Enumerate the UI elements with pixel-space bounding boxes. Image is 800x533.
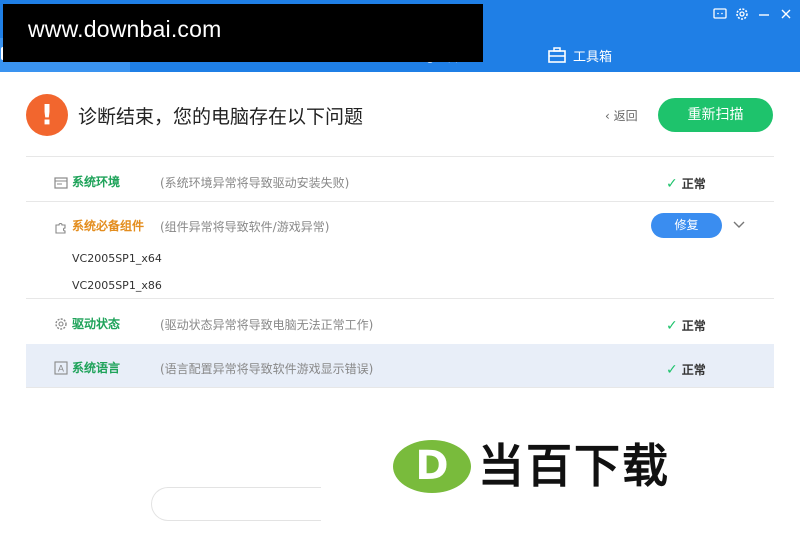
check-icon: ✓	[666, 362, 678, 378]
component-item: VC2005SP1_x86	[72, 279, 162, 292]
close-icon[interactable]	[777, 6, 795, 24]
check-icon: ✓	[666, 176, 678, 192]
status-ok: ✓ 正常	[666, 175, 706, 192]
row-desc: (语言配置异常将导致软件游戏显示错误)	[160, 362, 374, 376]
logo-text: 当百下载	[478, 439, 670, 493]
window-icon	[54, 175, 68, 189]
component-item: VC2005SP1_x64	[72, 252, 162, 265]
check-icon: ✓	[666, 318, 678, 334]
bottom-pill	[151, 487, 321, 521]
letter-a-icon: A	[54, 360, 68, 375]
row-desc: (组件异常将导致软件/游戏异常)	[160, 220, 330, 234]
row-desc: (系统环境异常将导致驱动安装失败)	[160, 176, 350, 190]
watermark-banner: www.downbai.com	[3, 4, 483, 62]
divider	[26, 387, 774, 388]
status-label: 正常	[681, 319, 706, 333]
divider	[26, 156, 774, 157]
row-name-driver-status: 驱动状态	[72, 317, 121, 331]
repair-button[interactable]: 修复	[651, 213, 722, 238]
puzzle-icon	[54, 219, 68, 234]
status-ok: ✓ 正常	[666, 361, 706, 378]
row-name-system-language: 系统语言	[72, 361, 121, 375]
status-ok: ✓ 正常	[666, 317, 706, 334]
settings-icon[interactable]	[733, 6, 751, 24]
row-name-components: 系统必备组件	[72, 219, 145, 233]
chevron-left-icon: ‹	[605, 109, 614, 123]
rescan-button[interactable]: 重新扫描	[658, 98, 773, 132]
feedback-icon[interactable]	[711, 6, 729, 24]
gear-icon	[54, 316, 68, 330]
chevron-down-icon[interactable]	[731, 216, 747, 232]
divider	[26, 201, 774, 202]
driver-diagnosis-window: 管理 工具箱 www.downbai.com ! 诊断结束，您的电脑存在以下问题…	[0, 0, 800, 533]
minimize-icon[interactable]	[755, 6, 773, 24]
svg-text:A: A	[58, 365, 65, 375]
logo-letter: D	[415, 443, 449, 489]
row-name-system-env: 系统环境	[72, 175, 121, 189]
warning-icon: !	[26, 94, 68, 136]
divider	[26, 298, 774, 299]
status-label: 正常	[681, 177, 706, 191]
row-desc: (驱动状态异常将导致电脑无法正常工作)	[160, 318, 374, 332]
status-label: 正常	[681, 363, 706, 377]
tab-label: 工具箱	[573, 49, 613, 65]
back-label: 返回	[613, 109, 638, 123]
toolbox-icon	[547, 46, 567, 64]
row-highlight	[26, 344, 774, 387]
back-link[interactable]: ‹ 返回	[605, 107, 638, 124]
page-title: 诊断结束，您的电脑存在以下问题	[78, 106, 364, 128]
tab-toolbox[interactable]: 工具箱	[547, 38, 612, 72]
